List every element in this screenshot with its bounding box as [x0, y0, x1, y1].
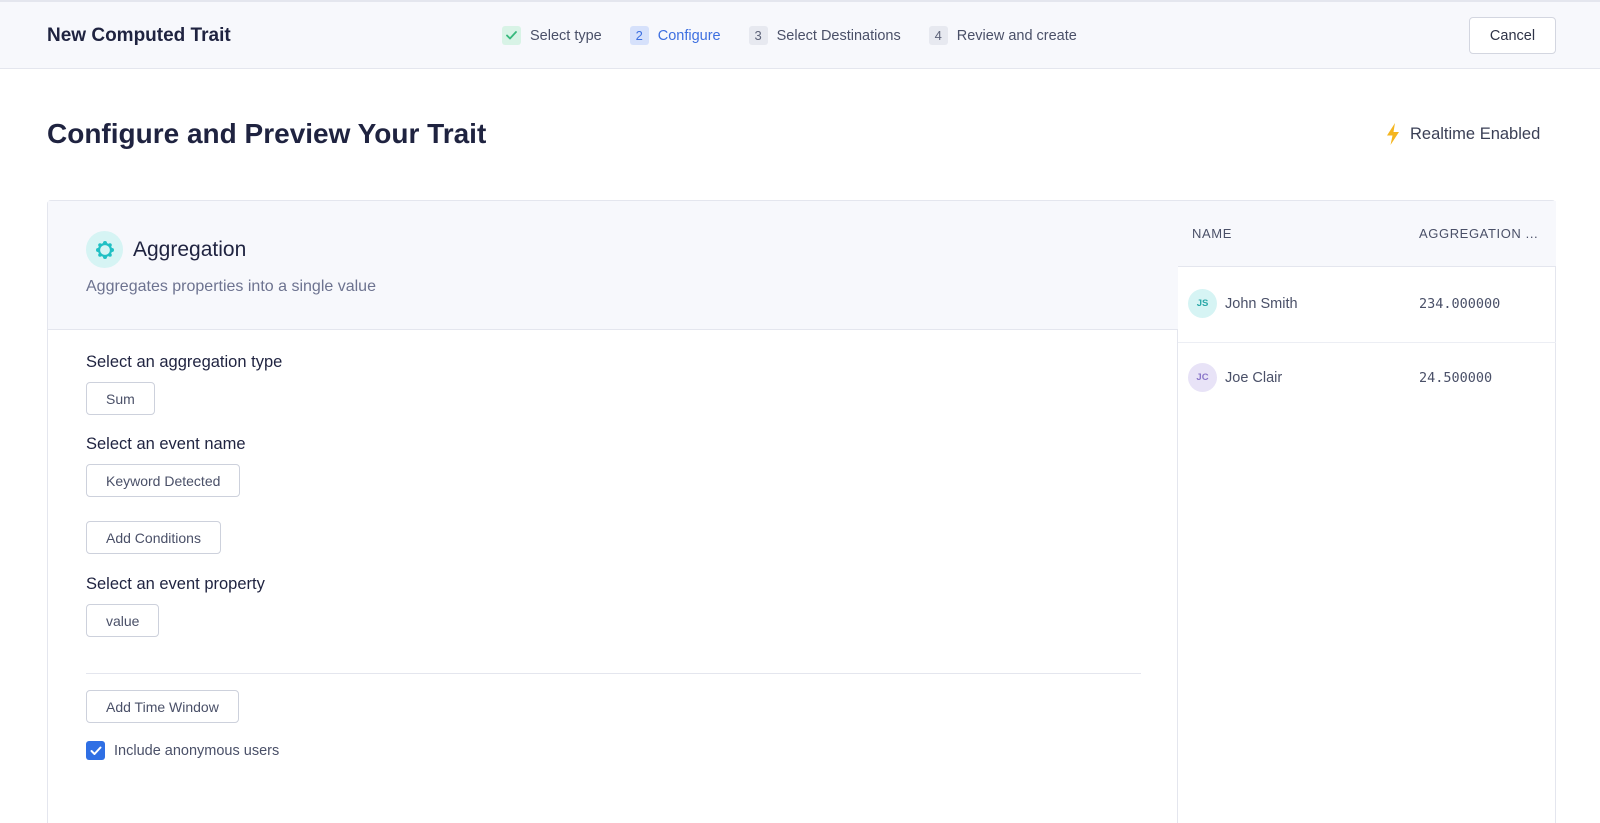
aggregation-icon — [86, 231, 123, 268]
page-title: Configure and Preview Your Trait — [47, 118, 487, 149]
config-panel: Aggregation Aggregates properties into a… — [48, 201, 1178, 823]
step-number: 2 — [629, 26, 649, 45]
include-anonymous-option[interactable]: Include anonymous users — [86, 741, 279, 760]
preview-table-header: NAME AGGREGATION ... — [1178, 201, 1556, 267]
wizard-title: New Computed Trait — [47, 25, 231, 46]
step-label: Configure — [657, 27, 721, 44]
user-name: John Smith — [1225, 296, 1298, 312]
realtime-status: Realtime Enabled — [1385, 122, 1540, 146]
include-anonymous-label: Include anonymous users — [114, 742, 280, 759]
table-row: JS John Smith 234.000000 — [1178, 267, 1556, 343]
step-label: Select type — [530, 27, 602, 44]
step-configure[interactable]: 2 Configure — [629, 26, 721, 45]
step-label: Review and create — [956, 27, 1077, 44]
event-name-select[interactable]: Keyword Detected — [86, 464, 241, 497]
column-header-name[interactable]: NAME — [1192, 226, 1232, 241]
trait-config-card: Aggregation Aggregates properties into a… — [47, 200, 1556, 823]
trait-type-header: Aggregation Aggregates properties into a… — [48, 201, 1178, 330]
preview-table: NAME AGGREGATION ... JS John Smith 234.0… — [1178, 201, 1556, 823]
step-number: 3 — [748, 26, 768, 45]
add-conditions-button[interactable]: Add Conditions — [86, 521, 221, 554]
checkmark-icon — [90, 746, 101, 755]
step-select-destinations[interactable]: 3 Select Destinations — [748, 26, 901, 45]
step-number: 4 — [928, 26, 948, 45]
table-row: JC Joe Clair 24.500000 — [1178, 343, 1556, 419]
section-divider — [86, 673, 1141, 674]
event-property-label: Select an event property — [86, 575, 265, 593]
check-icon — [502, 26, 521, 45]
step-select-type[interactable]: Select type — [502, 26, 602, 45]
step-label: Select Destinations — [776, 27, 901, 44]
avatar: JC — [1188, 363, 1217, 392]
trait-type-title: Aggregation — [133, 238, 247, 261]
event-property-select[interactable]: value — [86, 604, 160, 637]
cancel-button[interactable]: Cancel — [1469, 17, 1556, 54]
aggregation-type-label: Select an aggregation type — [86, 353, 283, 371]
add-time-window-button[interactable]: Add Time Window — [86, 690, 239, 723]
aggregation-value: 234.000000 — [1419, 296, 1501, 312]
avatar: JS — [1188, 289, 1217, 318]
wizard-steps: Select type 2 Configure 3 Select Destina… — [502, 26, 1105, 45]
lightning-icon — [1385, 122, 1401, 146]
top-bar: New Computed Trait Select type 2 Configu… — [0, 0, 1600, 69]
trait-type-description: Aggregates properties into a single valu… — [86, 278, 376, 295]
aggregation-value: 24.500000 — [1419, 370, 1493, 386]
user-name: Joe Clair — [1225, 370, 1283, 386]
aggregation-type-select[interactable]: Sum — [86, 382, 155, 415]
include-anonymous-checkbox[interactable] — [86, 741, 105, 760]
realtime-label: Realtime Enabled — [1410, 124, 1541, 143]
event-name-label: Select an event name — [86, 435, 246, 453]
column-header-aggregation[interactable]: AGGREGATION ... — [1419, 226, 1538, 241]
step-review-and-create[interactable]: 4 Review and create — [928, 26, 1077, 45]
